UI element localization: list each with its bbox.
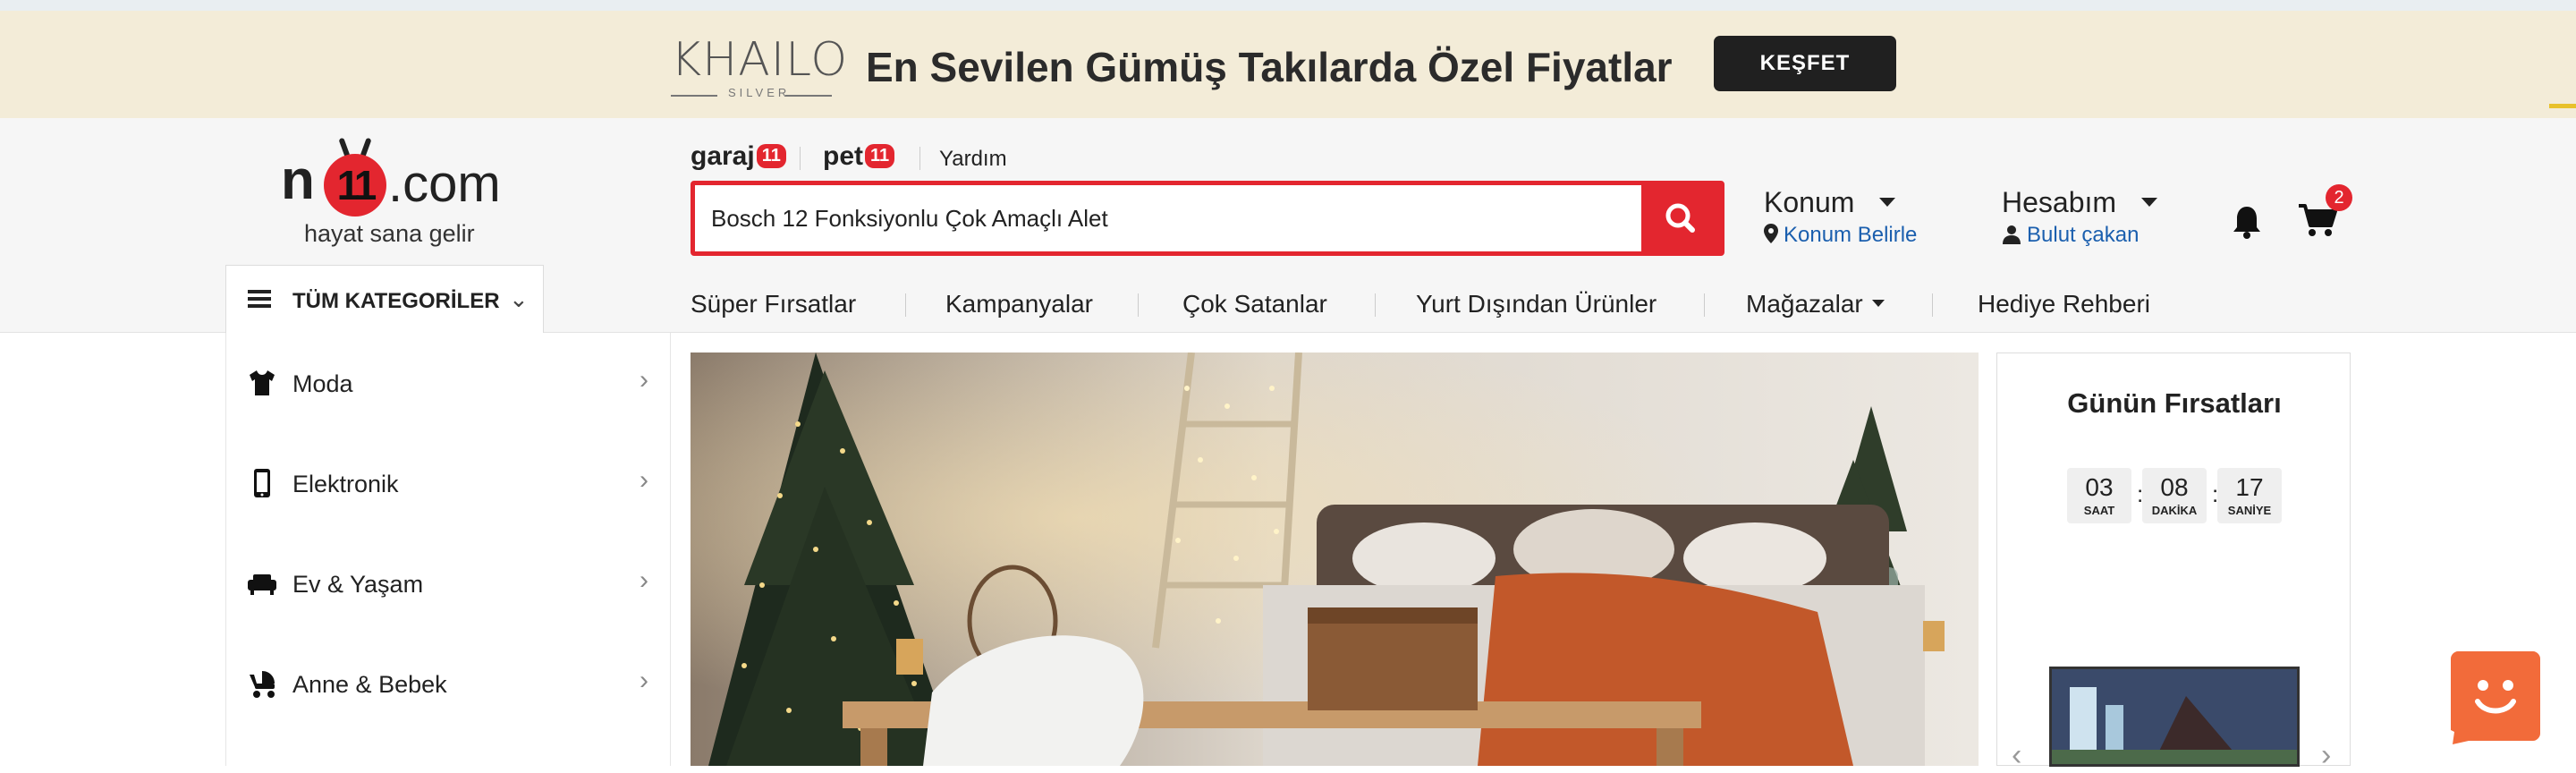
account-menu[interactable]: Hesabım Bulut çakan <box>2002 186 2158 248</box>
location-set-link[interactable]: Konum Belirle <box>1784 223 1917 247</box>
nav-best-sellers[interactable]: Çok Satanlar <box>1182 290 1327 319</box>
phone-icon <box>254 469 270 497</box>
smiley-chat-icon <box>2451 651 2540 744</box>
promo-brand-name: KHAILO <box>671 33 849 87</box>
chevron-down-icon <box>1879 198 1896 207</box>
hamburger-icon <box>248 290 271 308</box>
search-button[interactable] <box>1641 185 1720 251</box>
chevron-right-icon: › <box>640 365 648 395</box>
chevron-right-icon: › <box>640 565 648 595</box>
bell-icon[interactable] <box>2231 204 2263 240</box>
search-bar <box>691 181 1724 256</box>
all-categories-button[interactable]: TÜM KATEGORİLER ⌄ <box>225 265 544 335</box>
help-link[interactable]: Yardım <box>939 147 1007 172</box>
all-categories-label: TÜM KATEGORİLER <box>292 289 500 313</box>
location-pin-icon <box>1764 224 1778 243</box>
cart-count-badge: 2 <box>2326 184 2352 211</box>
site-logo[interactable]: n 11 .com hayat sana gelir <box>277 134 510 251</box>
promo-indicator <box>2549 104 2576 108</box>
category-label: Ev & Yaşam <box>292 571 424 598</box>
nav-international-products[interactable]: Yurt Dışından Ürünler <box>1416 290 1657 319</box>
chevron-down-icon <box>2141 198 2158 207</box>
search-input[interactable] <box>711 200 1623 237</box>
timer-minutes: 08 DAKİKA <box>2142 468 2207 523</box>
chevron-right-icon: › <box>640 666 648 695</box>
category-label: Elektronik <box>292 471 399 497</box>
location-menu[interactable]: Konum Konum Belirle <box>1764 186 1917 248</box>
category-item-elektronik[interactable]: Elektronik › <box>226 433 672 533</box>
garaj-link[interactable]: garaj 11 <box>691 141 786 172</box>
category-item-anne-bebek[interactable]: Anne & Bebek › <box>226 633 672 734</box>
pet-link[interactable]: pet 11 <box>823 141 895 172</box>
category-label: Anne & Bebek <box>292 671 447 698</box>
stroller-icon <box>250 671 275 698</box>
nav-super-deals[interactable]: Süper Fırsatlar <box>691 290 856 319</box>
deals-of-the-day[interactable]: Günün Fırsatları 03 SAAT : 08 DAKİKA : 1… <box>1996 353 2351 772</box>
promo-brand-logo: KHAILO SILVER <box>671 34 847 99</box>
account-title: Hesabım <box>2002 186 2117 218</box>
category-sidebar: Moda › Elektronik › Ev & Yaşam › Anne & … <box>225 333 671 766</box>
logo-tagline: hayat sana gelir <box>304 220 475 247</box>
timer-seconds: 17 SANİYE <box>2217 468 2282 523</box>
deals-title: Günün Fırsatları <box>2067 387 2282 419</box>
logo-ladybug: 11 <box>324 154 386 217</box>
deals-prev-arrow[interactable]: ‹ <box>2012 738 2021 773</box>
hero-banner[interactable] <box>691 353 1979 766</box>
search-icon <box>1665 203 1695 233</box>
tshirt-icon <box>250 370 275 395</box>
account-user-name[interactable]: Bulut çakan <box>2027 223 2139 247</box>
deal-product-image[interactable] <box>2049 667 2300 767</box>
category-item-ev-yasam[interactable]: Ev & Yaşam › <box>226 533 672 633</box>
promo-discover-button[interactable]: KEŞFET <box>1714 36 1896 91</box>
hero-image <box>691 353 1979 766</box>
nav-gift-guide[interactable]: Hediye Rehberi <box>1978 290 2150 319</box>
chevron-down-icon: ⌄ <box>509 285 529 312</box>
category-item-moda[interactable]: Moda › <box>226 333 672 433</box>
location-title: Konum <box>1764 186 1855 218</box>
user-icon <box>2003 225 2021 244</box>
category-label: Moda <box>292 370 353 397</box>
chevron-right-icon: › <box>640 465 648 495</box>
chevron-down-icon <box>1871 300 1885 307</box>
timer-hours: 03 SAAT <box>2067 468 2131 523</box>
promo-title: En Sevilen Gümüş Takılarda Özel Fiyatlar <box>866 44 1673 90</box>
promo-banner[interactable]: KHAILO SILVER En Sevilen Gümüş Takılarda… <box>0 11 2576 118</box>
chat-button[interactable] <box>2451 651 2540 744</box>
nav-stores[interactable]: Mağazalar <box>1746 290 1885 319</box>
promo-brand-sub: SILVER <box>728 86 791 99</box>
sofa-icon <box>248 574 276 595</box>
top-strip <box>0 0 2576 11</box>
deals-next-arrow[interactable]: › <box>2321 738 2331 773</box>
nav-campaigns[interactable]: Kampanyalar <box>945 290 1093 319</box>
